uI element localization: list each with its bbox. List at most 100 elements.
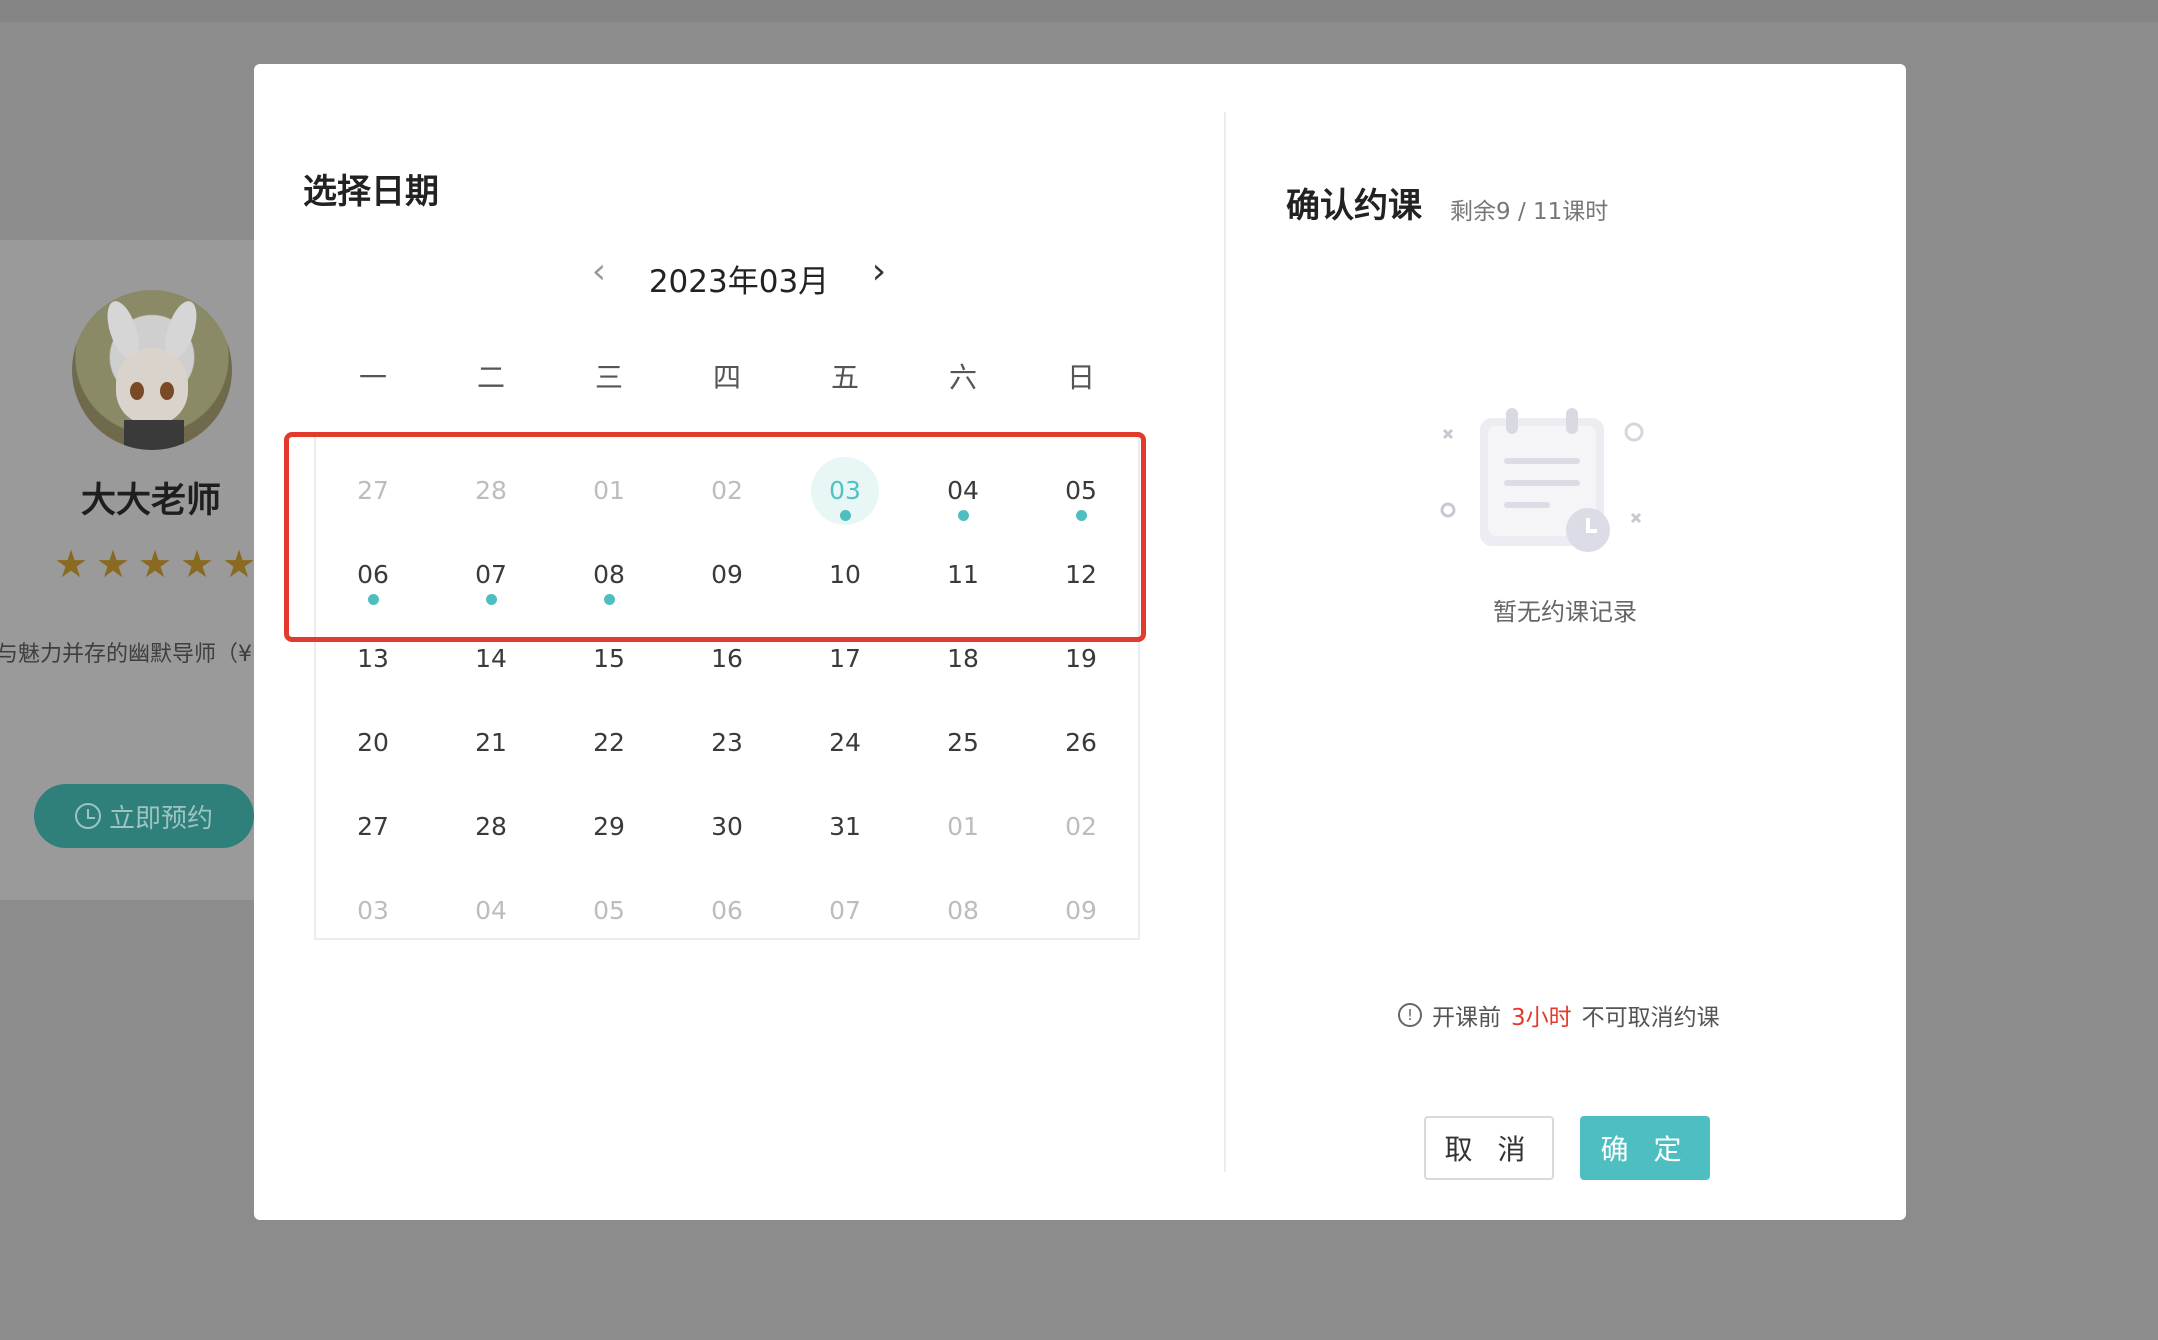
calendar-day[interactable]: 06	[668, 894, 786, 978]
calendar-day[interactable]: 30	[668, 810, 786, 894]
calendar-day-number: 03	[829, 476, 861, 505]
cancel-button[interactable]: 取 消	[1424, 1116, 1554, 1180]
notice-highlight: 3小时	[1511, 1005, 1572, 1031]
calendar-day[interactable]: 05	[550, 894, 668, 978]
calendar-day[interactable]: 09	[1022, 894, 1140, 978]
calendar-day[interactable]: 29	[550, 810, 668, 894]
confirm-title: 确认约课	[1286, 186, 1422, 226]
availability-dot	[368, 594, 379, 605]
calendar-day[interactable]: 13	[314, 642, 432, 726]
calendar-day-number: 25	[947, 728, 979, 757]
calendar-day-number: 06	[711, 896, 743, 925]
calendar-day[interactable]: 22	[550, 726, 668, 810]
calendar-day[interactable]: 02	[668, 474, 786, 558]
calendar-day-number: 20	[357, 728, 389, 757]
calendar-day-number: 28	[475, 476, 507, 505]
calendar-day-number: 10	[829, 560, 861, 589]
star-icon: ★	[138, 542, 173, 586]
calendar-day-number: 17	[829, 644, 861, 673]
remaining-hours: 剩余9 / 11课时	[1450, 199, 1609, 225]
star-icon: ★	[54, 542, 89, 586]
calendar-day[interactable]: 09	[668, 558, 786, 642]
calendar-day[interactable]: 31	[786, 810, 904, 894]
calendar-day-number: 16	[711, 644, 743, 673]
calendar-day[interactable]: 23	[668, 726, 786, 810]
calendar-day-number: 02	[1065, 812, 1097, 841]
calendar-day[interactable]: 02	[1022, 810, 1140, 894]
calendar-day[interactable]: 20	[314, 726, 432, 810]
calendar-day[interactable]: 08	[550, 558, 668, 642]
calendar-day-number: 28	[475, 812, 507, 841]
calendar-day-number: 05	[593, 896, 625, 925]
calendar-day-number: 31	[829, 812, 861, 841]
calendar-day-today[interactable]: 03	[786, 457, 904, 558]
calendar-day[interactable]: 28	[432, 474, 550, 558]
background-top-bar	[0, 0, 2158, 22]
weekday-label: 五	[830, 361, 859, 394]
calendar-day[interactable]: 08	[904, 894, 1022, 978]
calendar-day[interactable]: 19	[1022, 642, 1140, 726]
calendar-day-number: 04	[475, 896, 507, 925]
empty-notepad-icon	[1440, 408, 1644, 552]
calendar-day-number: 15	[593, 644, 625, 673]
calendar-day[interactable]: 24	[786, 726, 904, 810]
modal-divider	[1224, 112, 1226, 1172]
weekday-label: 日	[1066, 361, 1095, 394]
calendar-day[interactable]: 04	[432, 894, 550, 978]
calendar-day-number: 13	[357, 644, 389, 673]
calendar-day[interactable]: 12	[1022, 558, 1140, 642]
calendar-day-number: 09	[1065, 896, 1097, 925]
booking-modal: 选择日期 ‹ 2023年03月 › 一 二 三 四 五 六 日 27 28 01 02…	[254, 64, 1906, 1220]
calendar-day-number: 21	[475, 728, 507, 757]
star-icon: ★	[222, 542, 257, 586]
calendar-day-number: 12	[1065, 560, 1097, 589]
calendar-day[interactable]: 18	[904, 642, 1022, 726]
calendar-day[interactable]: 14	[432, 642, 550, 726]
calendar-day-number: 27	[357, 812, 389, 841]
calendar-day-number: 11	[947, 560, 979, 589]
month-navigation: ‹ 2023年03月 ›	[574, 244, 894, 300]
calendar-day[interactable]: 07	[786, 894, 904, 978]
calendar-day[interactable]: 16	[668, 642, 786, 726]
calendar-day[interactable]: 04	[904, 474, 1022, 558]
star-icon: ★	[180, 542, 215, 586]
info-icon: !	[1398, 1003, 1422, 1027]
calendar-day-number: 24	[829, 728, 861, 757]
calendar-day[interactable]: 28	[432, 810, 550, 894]
calendar-day-number: 27	[357, 476, 389, 505]
weekday-label: 六	[948, 361, 977, 394]
calendar-day-number: 01	[947, 812, 979, 841]
calendar-day[interactable]: 25	[904, 726, 1022, 810]
book-now-button[interactable]: 立即预约	[34, 784, 254, 848]
calendar-day-number: 06	[357, 560, 389, 589]
calendar-day[interactable]: 17	[786, 642, 904, 726]
calendar-day-number: 22	[593, 728, 625, 757]
clock-icon	[74, 803, 101, 829]
calendar-day[interactable]: 01	[904, 810, 1022, 894]
calendar-day[interactable]: 01	[550, 474, 668, 558]
calendar-day[interactable]: 10	[786, 558, 904, 642]
calendar-days: 27 28 01 02 03 04 05 06 07 08 09 10 11 12 13 14 15 16 17 18…	[314, 457, 1140, 978]
calendar-day-number: 26	[1065, 728, 1097, 757]
calendar-day[interactable]: 07	[432, 558, 550, 642]
calendar-day[interactable]: 11	[904, 558, 1022, 642]
calendar-day-number: 09	[711, 560, 743, 589]
cancel-policy-notice: ! 开课前 3小时 不可取消约课	[1398, 998, 1720, 1032]
chevron-right-icon[interactable]: ›	[854, 250, 904, 300]
confirm-button[interactable]: 确 定	[1580, 1116, 1710, 1180]
chevron-left-icon[interactable]: ‹	[574, 250, 624, 300]
calendar-day[interactable]: 26	[1022, 726, 1140, 810]
calendar-day[interactable]: 06	[314, 558, 432, 642]
calendar-day-number: 18	[947, 644, 979, 673]
calendar-day[interactable]: 15	[550, 642, 668, 726]
calendar-day[interactable]: 21	[432, 726, 550, 810]
calendar-day[interactable]: 27	[314, 810, 432, 894]
notice-suffix: 不可取消约课	[1581, 1005, 1720, 1031]
weekday-label: 二	[476, 361, 505, 394]
calendar-day[interactable]: 03	[314, 894, 432, 978]
star-icon: ★	[96, 542, 131, 586]
calendar-day[interactable]: 27	[314, 474, 432, 558]
calendar-day-number: 08	[593, 560, 625, 589]
calendar-day-number: 29	[593, 812, 625, 841]
calendar-day[interactable]: 05	[1022, 474, 1140, 558]
